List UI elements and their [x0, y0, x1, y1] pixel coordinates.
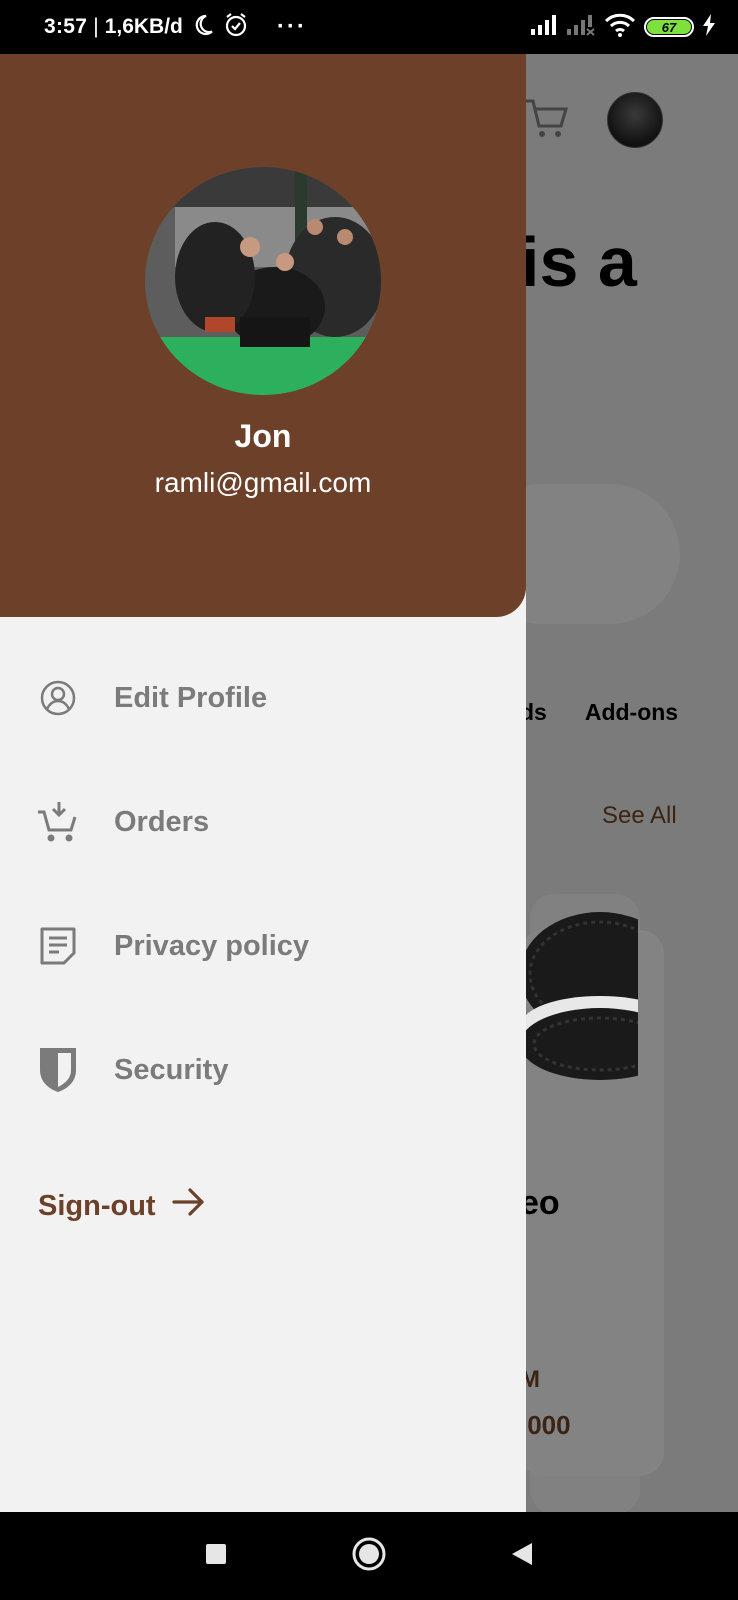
menu-item-label: Security: [114, 1053, 229, 1086]
product-image: [520, 904, 680, 1104]
battery-icon: 67: [644, 17, 694, 37]
home-button[interactable]: [346, 1512, 392, 1600]
system-nav-bar: [0, 1512, 738, 1600]
shield-icon: [36, 1048, 80, 1092]
menu-item-orders[interactable]: Orders: [36, 794, 336, 850]
user-circle-icon: [36, 676, 80, 720]
profile-email: ramli@gmail.com: [154, 467, 372, 498]
tab-addons: Add-ons: [584, 699, 679, 725]
status-time: 3:57: [44, 15, 88, 38]
triangle-back-icon: [510, 1541, 534, 1572]
signout-button[interactable]: Sign-out: [38, 1187, 206, 1225]
signal-icon: [530, 14, 558, 41]
square-icon: [205, 1543, 227, 1570]
drawer-header: Jon ramli@gmail.com: [0, 54, 526, 617]
menu-item-label: Privacy policy: [114, 929, 310, 962]
back-button[interactable]: [502, 1512, 542, 1600]
page-heading: is a: [520, 223, 637, 301]
signal-no-service-icon: [566, 14, 596, 41]
more-notifications-icon: ···: [276, 13, 307, 40]
status-separator: |: [93, 15, 99, 38]
cart-icon: [524, 98, 570, 145]
status-data-speed: 1,6KB/d: [104, 15, 183, 38]
recents-button[interactable]: [196, 1512, 236, 1600]
signout-label: Sign-out: [38, 1189, 156, 1222]
menu-item-edit-profile[interactable]: Edit Profile: [36, 670, 336, 726]
alarm-icon: [223, 12, 249, 43]
avatar: [607, 92, 663, 148]
circle-icon: [351, 1536, 387, 1577]
category-tabs: ds Add-ons: [520, 699, 678, 726]
arrow-right-icon: [171, 1187, 206, 1225]
menu-item-label: Orders: [114, 805, 210, 838]
profile-name: Jon: [234, 418, 292, 454]
wifi-icon: [604, 13, 636, 42]
see-all-link: See All: [602, 802, 677, 829]
product-price: .000: [520, 1410, 571, 1440]
battery-level: 67: [647, 20, 691, 35]
menu-item-label: Edit Profile: [114, 681, 268, 714]
moon-icon: [191, 13, 215, 42]
cart-download-icon: [36, 800, 80, 844]
status-bar: 3:57 | 1,6KB/d ··· 67: [0, 0, 738, 54]
menu-item-security[interactable]: Security: [36, 1040, 336, 1100]
document-icon: [36, 924, 80, 968]
charging-icon: [702, 13, 716, 41]
navigation-drawer: Jon ramli@gmail.com Edit Profile Orders …: [0, 54, 526, 1512]
menu-item-privacy-policy[interactable]: Privacy policy: [36, 918, 356, 974]
profile-photo[interactable]: [145, 167, 381, 395]
